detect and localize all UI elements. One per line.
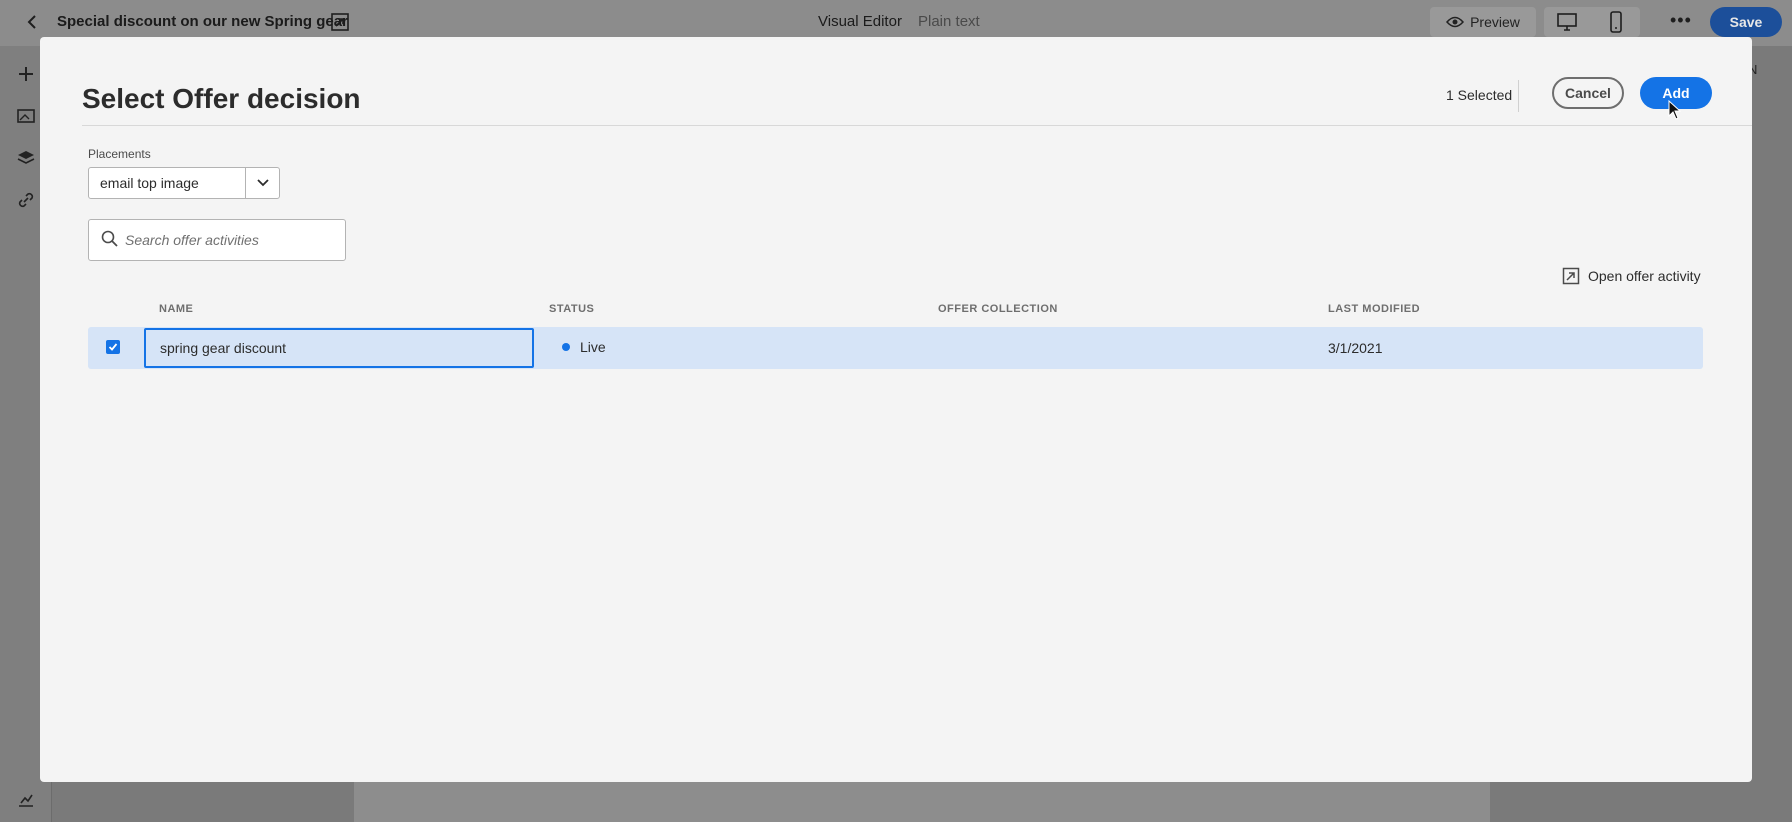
placements-label: Placements: [88, 147, 151, 161]
placements-picker[interactable]: email top image: [88, 167, 280, 199]
status-dot: [562, 343, 570, 351]
more-icon[interactable]: •••: [1670, 10, 1692, 31]
desktop-icon[interactable]: [1556, 12, 1578, 32]
search-icon: [101, 230, 118, 247]
chevron-left-icon[interactable]: [22, 12, 42, 32]
search-field[interactable]: [88, 219, 346, 261]
column-header-last-modified[interactable]: LAST MODIFIED: [1328, 303, 1420, 315]
column-header-status[interactable]: STATUS: [549, 303, 594, 315]
image-icon[interactable]: [16, 106, 36, 126]
column-header-name[interactable]: NAME: [159, 303, 193, 315]
editor-canvas: [354, 782, 1490, 822]
row-status-label: Live: [580, 339, 606, 355]
column-header-offer-collection[interactable]: OFFER COLLECTION: [938, 303, 1058, 315]
history-icon[interactable]: [16, 790, 36, 810]
layers-icon[interactable]: [16, 148, 36, 168]
link-icon[interactable]: [16, 190, 36, 210]
preview-label: Preview: [1470, 14, 1520, 30]
select-offer-dialog: Select Offer decision 1 Selected Cancel …: [40, 37, 1752, 782]
cursor-icon: [1668, 100, 1682, 120]
open-in-icon[interactable]: [330, 12, 350, 32]
placements-value[interactable]: email top image: [89, 168, 246, 198]
row-name[interactable]: spring gear discount: [144, 328, 534, 368]
search-input[interactable]: [125, 229, 335, 251]
plus-icon[interactable]: [16, 64, 36, 84]
row-last-modified: 3/1/2021: [1328, 340, 1383, 356]
document-title: Special discount on our new Spring gear: [57, 13, 348, 30]
header-divider: [1518, 80, 1519, 112]
preview-button[interactable]: Preview: [1430, 7, 1536, 37]
open-offer-activity-label: Open offer activity: [1588, 268, 1701, 284]
chevron-down-icon: [256, 179, 269, 187]
save-button[interactable]: Save: [1710, 7, 1782, 37]
row-status: Live: [562, 339, 606, 355]
dialog-title: Select Offer decision: [82, 83, 361, 114]
cancel-button[interactable]: Cancel: [1552, 77, 1624, 109]
mobile-icon[interactable]: [1606, 11, 1626, 33]
tab-plain-text[interactable]: Plain text: [918, 13, 980, 30]
tab-visual-editor[interactable]: Visual Editor: [818, 13, 902, 30]
table-row[interactable]: spring gear discount Live 3/1/2021: [88, 327, 1703, 369]
selected-count: 1 Selected: [1446, 87, 1513, 103]
row-checkbox[interactable]: [106, 340, 120, 354]
title-divider: [82, 125, 1752, 126]
checkmark-icon: [108, 343, 118, 351]
placements-dropdown-button[interactable]: [246, 168, 279, 198]
open-in-icon: [1562, 267, 1580, 285]
eye-icon: [1446, 16, 1465, 28]
open-offer-activity-link[interactable]: Open offer activity: [1562, 267, 1701, 285]
